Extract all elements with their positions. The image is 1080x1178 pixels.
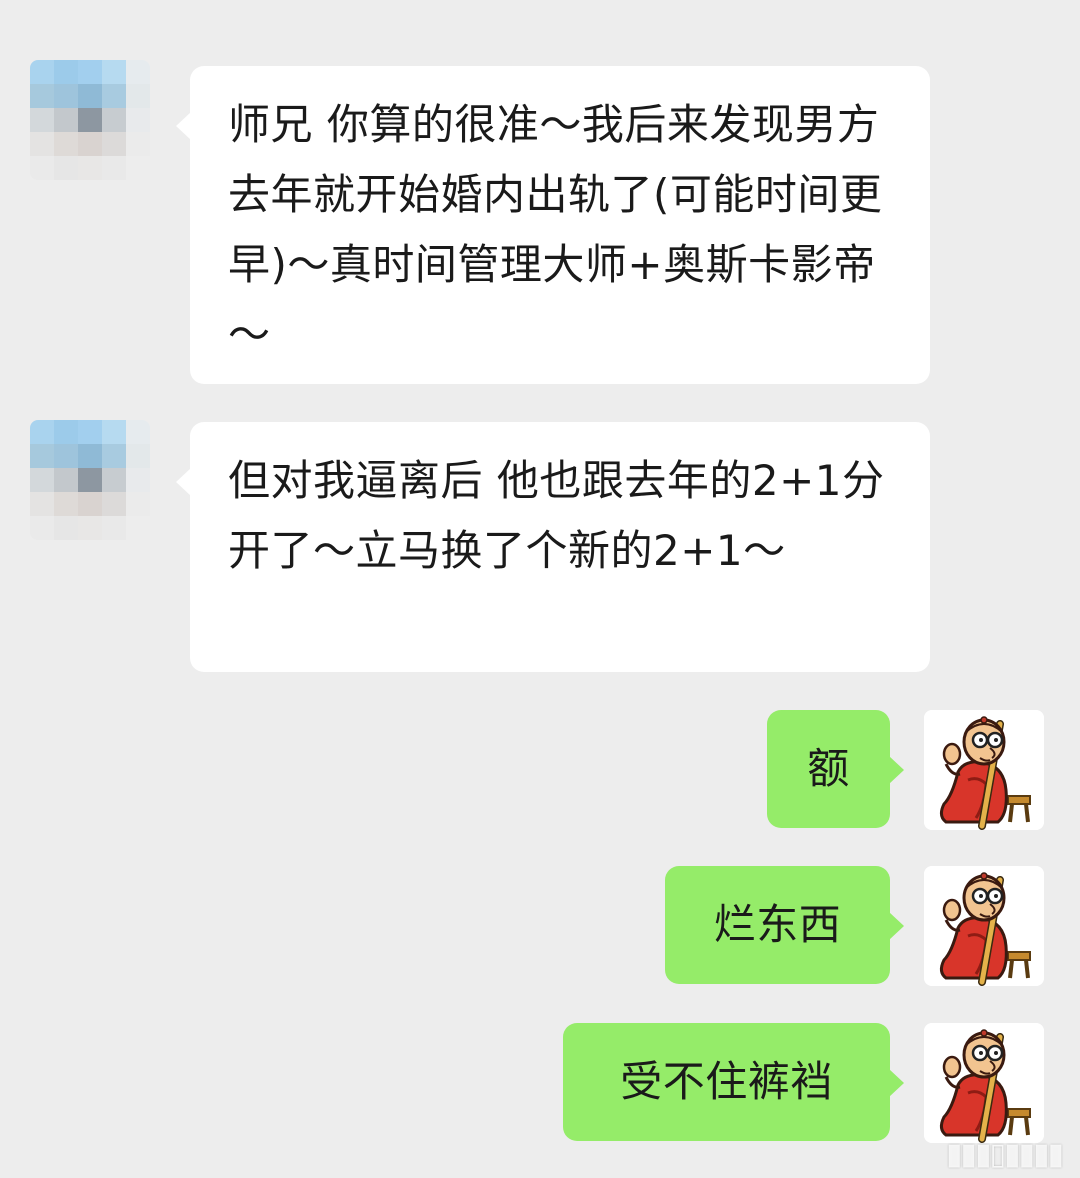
self-avatar[interactable] — [924, 866, 1044, 986]
bubble-tail — [889, 1069, 904, 1097]
bubble-tail — [889, 912, 904, 940]
outgoing-message-bubble[interactable]: 额 — [767, 710, 904, 828]
incoming-message-bubble[interactable]: 师兄 你算的很准～我后来发现男方去年就开始婚内出轨了(可能时间更早)～真时间管理… — [176, 66, 930, 384]
message-text: 额 — [807, 744, 850, 793]
self-avatar[interactable] — [924, 1023, 1044, 1143]
cartoon-monk-icon — [924, 710, 1044, 830]
message-text: 但对我逼离后 他也跟去年的2+1分开了～立马换了个新的2+1～ — [228, 456, 885, 575]
message-text: 受不住裤裆 — [620, 1057, 833, 1106]
cartoon-monk-icon — [924, 1023, 1044, 1143]
cartoon-monk-icon — [924, 866, 1044, 986]
outgoing-message-bubble[interactable]: 烂东西 — [665, 866, 904, 984]
bubble-tail — [176, 112, 191, 140]
incoming-message-bubble[interactable]: 但对我逼离后 他也跟去年的2+1分开了～立马换了个新的2+1～ — [176, 422, 930, 672]
watermark: ▮▮▮▯▮▮▮▮ — [945, 1137, 1064, 1172]
outgoing-message-bubble[interactable]: 受不住裤裆 — [563, 1023, 904, 1141]
self-avatar[interactable] — [924, 710, 1044, 830]
message-text: 烂东西 — [713, 900, 842, 949]
bubble-tail — [176, 468, 191, 496]
message-text: 师兄 你算的很准～我后来发现男方去年就开始婚内出轨了(可能时间更早)～真时间管理… — [228, 100, 883, 359]
bubble-tail — [889, 756, 904, 784]
contact-avatar[interactable] — [30, 420, 150, 540]
contact-avatar[interactable] — [30, 60, 150, 180]
